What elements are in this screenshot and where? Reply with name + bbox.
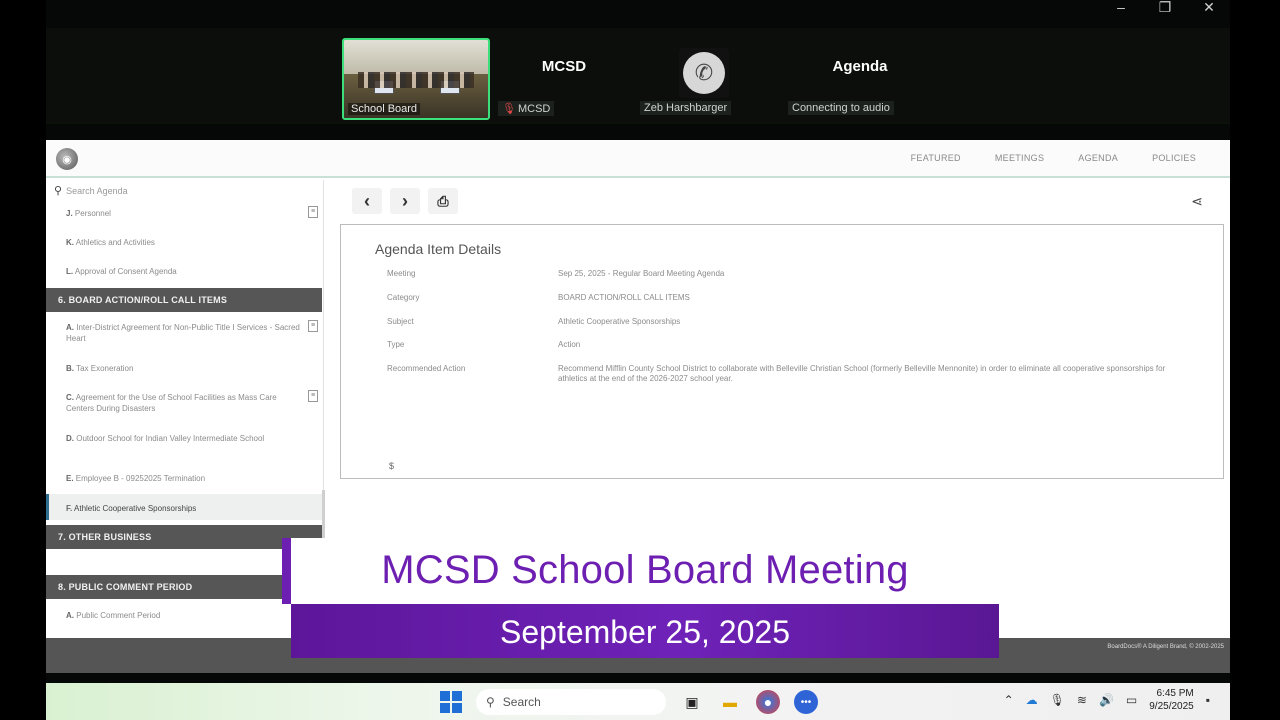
start-button[interactable] — [440, 691, 462, 713]
video-tile-school-board[interactable]: School Board — [342, 38, 490, 120]
right-letterbox — [1230, 0, 1280, 720]
print-button[interactable]: ⎙ — [428, 188, 458, 214]
muted-mic-icon: 🎙 — [502, 103, 516, 115]
district-logo-icon[interactable]: ◉ — [56, 148, 78, 170]
sidebar-item-athletic-cooperative[interactable]: F. Athletic Cooperative Sponsorships — [66, 503, 302, 514]
taskbar-apps: ⚲ Search ▣ ▬ ● ••• — [440, 689, 818, 715]
document-icon: ≡ — [308, 206, 318, 218]
screen: – ❐ ✕ School Board MCSD 🎙 MCSD ✆ Zeb Hars… — [0, 0, 1280, 720]
sidebar-item-public-comment[interactable]: A. Public Comment Period — [66, 610, 302, 621]
participant-name-agenda: Agenda — [832, 58, 888, 75]
overlay-date: September 25, 2025 — [500, 614, 790, 650]
sidebar-item-consent-agenda[interactable]: L. Approval of Consent Agenda — [66, 266, 302, 277]
currency-symbol: $ — [389, 461, 395, 471]
details-heading: Agenda Item Details — [375, 241, 502, 257]
minimize-button[interactable]: – — [1112, 0, 1130, 14]
battery-icon[interactable]: ▭ — [1126, 693, 1137, 707]
overlay-date-bar: September 25, 2025 — [291, 604, 999, 658]
sidebar-item-inter-district[interactable]: A. Inter-District Agreement for Non-Publ… — [66, 322, 302, 344]
participant-name-mcsd: MCSD — [541, 58, 587, 75]
sidebar-item-facilities-agreement[interactable]: C. Agreement for the Use of School Facil… — [66, 392, 302, 414]
chevron-up-icon[interactable]: ⌃ — [1004, 693, 1014, 707]
app-header: ◉ FEATURED MEETINGS AGENDA POLICIES — [46, 140, 1230, 178]
left-letterbox — [0, 0, 46, 720]
nav-policies[interactable]: POLICIES — [1152, 153, 1196, 163]
top-nav: FEATURED MEETINGS AGENDA POLICIES — [911, 153, 1196, 163]
item-toolbar: ‹ › ⎙ — [352, 188, 458, 214]
overlay-title-bar: MCSD School Board Meeting — [282, 538, 999, 604]
participant-strip: School Board MCSD 🎙 MCSD ✆ Zeb Harshbarge… — [46, 28, 1230, 124]
section-header-7[interactable]: 7. OTHER BUSINESS — [46, 525, 322, 549]
file-explorer-icon[interactable]: ▬ — [718, 690, 742, 714]
windows-taskbar: ⚲ Search ▣ ▬ ● ••• ⌃ ☁ 🎙 ≋ 🔊 ▭ 6:45 PM 9/… — [46, 683, 1230, 720]
restore-button[interactable]: ❐ — [1156, 0, 1174, 14]
system-tray: ⌃ ☁ 🎙 ≋ 🔊 ▭ 6:45 PM 9/25/2025 ▪ — [1004, 687, 1210, 713]
volume-icon[interactable]: 🔊 — [1099, 693, 1114, 707]
wifi-icon[interactable]: ≋ — [1077, 693, 1087, 707]
agenda-search[interactable]: ⚲ Search Agenda — [54, 184, 128, 197]
task-view-icon[interactable]: ▣ — [680, 690, 704, 714]
footer-copyright: BoardDocs® A Diligent Brand, © 2002-2025 — [1107, 644, 1224, 650]
phone-participant-avatar[interactable]: ✆ — [679, 48, 729, 98]
video-tile-label: School Board — [348, 103, 421, 115]
section-header-6[interactable]: 6. BOARD ACTION/ROLL CALL ITEMS — [46, 288, 322, 312]
share-icon[interactable]: ⋖ — [1184, 188, 1210, 214]
chrome-icon[interactable]: ● — [756, 690, 780, 714]
nav-agenda[interactable]: AGENDA — [1078, 153, 1118, 163]
participant-sub-phone: Zeb Harshbarger — [640, 101, 732, 115]
section-header-8[interactable]: 8. PUBLIC COMMENT PERIOD — [46, 575, 322, 599]
document-icon: ≡ — [308, 390, 318, 402]
sidebar-item-employee-termination[interactable]: E. Employee B - 09252025 Termination — [66, 473, 302, 484]
zoom-app-icon[interactable]: ••• — [794, 690, 818, 714]
taskbar-search[interactable]: ⚲ Search — [476, 689, 666, 715]
sidebar-item-tax-exoneration[interactable]: B. Tax Exoneration — [66, 363, 302, 374]
overlay-title: MCSD School Board Meeting — [381, 548, 909, 592]
nav-meetings[interactable]: MEETINGS — [995, 153, 1044, 163]
participant-sub-mcsd: 🎙 MCSD — [498, 101, 555, 116]
notification-icon[interactable]: ▪ — [1206, 693, 1210, 707]
document-icon: ≡ — [308, 320, 318, 332]
participant-sub-agenda: Connecting to audio — [788, 101, 894, 115]
previous-button[interactable]: ‹ — [352, 188, 382, 214]
sidebar-item-outdoor-school[interactable]: D. Outdoor School for Indian Valley Inte… — [66, 433, 302, 444]
phone-icon: ✆ — [683, 52, 725, 94]
nav-featured[interactable]: FEATURED — [911, 153, 961, 163]
search-icon: ⚲ — [54, 185, 63, 197]
sidebar-item-athletics[interactable]: K. Athletics and Activities — [66, 237, 302, 248]
cloud-icon[interactable]: ☁ — [1026, 693, 1038, 707]
next-button[interactable]: › — [390, 188, 420, 214]
taskbar-clock[interactable]: 6:45 PM 9/25/2025 — [1149, 687, 1194, 713]
search-icon: ⚲ — [486, 695, 495, 709]
agenda-item-details: Agenda Item Details Meeting Sep 25, 2025 … — [340, 224, 1224, 479]
close-button[interactable]: ✕ — [1200, 0, 1218, 14]
sidebar-item-personnel[interactable]: J. Personnel — [66, 208, 302, 219]
window-controls: – ❐ ✕ — [1112, 0, 1218, 14]
microphone-icon[interactable]: 🎙 — [1050, 693, 1065, 707]
